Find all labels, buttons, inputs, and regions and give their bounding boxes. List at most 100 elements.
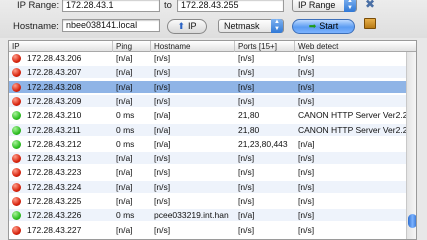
host-alive-icon bbox=[12, 125, 21, 135]
table-row[interactable]: 172.28.43.206 [n/a] [n/s] [n/s] [n/s] bbox=[9, 52, 406, 64]
host-dead-icon bbox=[12, 182, 21, 192]
cell-hostname: [n/s] bbox=[154, 181, 171, 192]
table-row[interactable]: 172.28.43.213 [n/a] [n/s] [n/s] [n/s] bbox=[9, 152, 406, 165]
table-row[interactable]: 172.28.43.223 [n/a] [n/s] [n/s] [n/s] bbox=[9, 166, 406, 178]
table-row[interactable]: 172.28.43.227 [n/a] [n/s] [n/s] [n/s] bbox=[9, 224, 406, 236]
cell-ip: 172.28.43.212 bbox=[27, 138, 82, 149]
table-row[interactable]: 172.28.43.212 0 ms [n/a] 21,23,80,443 [n/a] bbox=[9, 138, 406, 150]
results-table[interactable]: IP Ping Hostname Ports [15+] Web detect … bbox=[8, 40, 417, 240]
range-start-input[interactable]: 172.28.43.1 bbox=[62, 0, 160, 12]
column-header-hostname[interactable]: Hostname bbox=[151, 41, 235, 52]
host-dead-icon bbox=[12, 197, 21, 206]
cell-ports: 21,80 bbox=[238, 124, 260, 135]
cell-hostname: [n/a] bbox=[154, 110, 171, 121]
cell-ports: [n/s] bbox=[238, 153, 255, 164]
column-header-web-detect[interactable]: Web detect bbox=[295, 41, 416, 52]
cell-ip: 172.28.43.208 bbox=[27, 81, 82, 92]
cell-ping: [n/a] bbox=[116, 167, 133, 178]
table-row[interactable]: 172.28.43.210 0 ms [n/a] 21,80 CANON HTTP Se… bbox=[9, 109, 406, 121]
cell-hostname: [n/s] bbox=[154, 53, 171, 63]
host-dead-icon bbox=[12, 225, 21, 235]
cell-ports: [n/s] bbox=[238, 167, 255, 178]
cell-ip: 172.28.43.226 bbox=[27, 210, 82, 221]
hostname-label: Hostname: bbox=[13, 21, 59, 32]
cell-web: [n/a] bbox=[298, 138, 315, 149]
scrollbar-thumb[interactable] bbox=[408, 214, 416, 228]
cell-ports: [n/s] bbox=[238, 181, 255, 192]
cell-ip: 172.28.43.225 bbox=[27, 196, 82, 206]
host-dead-icon bbox=[12, 68, 21, 78]
preferences-tools-icon[interactable]: ✖ bbox=[365, 0, 375, 11]
cell-ip: 172.28.43.206 bbox=[27, 53, 82, 63]
table-row[interactable]: 172.28.43.208 [n/a] [n/s] [n/s] [n/s] bbox=[9, 80, 406, 93]
cell-ip: 172.28.43.227 bbox=[27, 224, 82, 235]
cell-web: CANON HTTP Server Ver2.2 bbox=[298, 124, 406, 135]
cell-ping: [n/a] bbox=[116, 196, 133, 206]
table-row[interactable]: 172.28.43.226 0 ms pcee033219.int.han [n/a]… bbox=[9, 209, 406, 222]
cell-ping: [n/a] bbox=[116, 153, 133, 164]
cell-hostname: [n/s] bbox=[154, 224, 171, 235]
netmask-select-value: Netmask bbox=[224, 21, 260, 31]
cell-web: [n/s] bbox=[298, 95, 315, 106]
table-row[interactable]: 172.28.43.209 [n/a] [n/s] [n/s] [n/s] bbox=[9, 94, 406, 107]
cell-hostname: [n/s] bbox=[154, 67, 171, 78]
column-header-ping[interactable]: Ping bbox=[113, 41, 151, 52]
cell-ip: 172.28.43.210 bbox=[27, 110, 82, 121]
host-dead-icon bbox=[12, 168, 21, 178]
cell-web: [n/s] bbox=[298, 181, 315, 192]
cell-ports: [n/s] bbox=[238, 95, 255, 106]
cell-ping: [n/a] bbox=[116, 81, 133, 92]
cell-ping: [n/a] bbox=[116, 181, 133, 192]
cell-ip: 172.28.43.211 bbox=[27, 124, 81, 135]
table-row[interactable]: 172.28.43.225 [n/a] [n/s] [n/s] [n/s] bbox=[9, 195, 406, 207]
table-row[interactable]: 172.28.43.207 [n/a] [n/s] [n/s] [n/s] bbox=[9, 66, 406, 79]
cell-hostname: [n/s] bbox=[154, 196, 171, 206]
cell-ports: [n/s] bbox=[238, 196, 255, 206]
cell-web: [n/s] bbox=[298, 167, 315, 178]
cell-ip: 172.28.43.224 bbox=[27, 181, 82, 192]
ip-up-button[interactable]: ⬆ IP bbox=[167, 19, 207, 34]
feeder-select[interactable]: IP Range ▲ ▼ bbox=[292, 0, 357, 12]
vertical-scrollbar[interactable] bbox=[406, 52, 416, 239]
host-alive-icon bbox=[12, 111, 21, 121]
cell-ping: 0 ms bbox=[116, 138, 135, 149]
hostname-input[interactable]: nbee038141.local bbox=[62, 19, 160, 32]
cell-ping: [n/a] bbox=[116, 95, 133, 106]
to-label: to bbox=[164, 0, 172, 11]
table-row[interactable]: 172.28.43.211 0 ms [n/a] 21,80 CANON HTTP Se… bbox=[9, 123, 406, 136]
cell-ping: [n/a] bbox=[116, 67, 133, 78]
host-dead-icon bbox=[12, 82, 21, 92]
chevron-updown-icon: ▲ ▼ bbox=[344, 0, 356, 12]
fetchers-folder-icon[interactable] bbox=[364, 18, 376, 29]
toolbar: IP Range: 172.28.43.1 to 172.28.43.255 I… bbox=[0, 0, 427, 38]
cell-ports: 21,80 bbox=[238, 110, 260, 121]
cell-ping: [n/a] bbox=[116, 53, 133, 63]
arrow-up-icon: ⬆ bbox=[177, 21, 186, 31]
cell-hostname: [n/a] bbox=[154, 124, 171, 135]
cell-ping: 0 ms bbox=[116, 124, 135, 135]
column-header-ip[interactable]: IP bbox=[9, 41, 113, 52]
cell-ip: 172.28.43.213 bbox=[27, 153, 82, 164]
cell-ports: [n/s] bbox=[238, 67, 255, 78]
cell-web: [n/s] bbox=[298, 67, 315, 78]
cell-web: [n/s] bbox=[298, 196, 315, 206]
cell-ports: [n/s] bbox=[238, 224, 255, 235]
cell-hostname: [n/s] bbox=[154, 153, 171, 164]
chevron-updown-icon: ▲ ▼ bbox=[271, 19, 283, 33]
cell-web: [n/s] bbox=[298, 81, 315, 92]
netmask-select[interactable]: Netmask ▲ ▼ bbox=[218, 19, 284, 33]
column-header-ports[interactable]: Ports [15+] bbox=[235, 41, 295, 52]
cell-ports: [n/s] bbox=[238, 81, 255, 92]
table-header: IP Ping Hostname Ports [15+] Web detect bbox=[9, 41, 416, 52]
cell-hostname: [n/s] bbox=[154, 95, 171, 106]
cell-web: CANON HTTP Server Ver2.2 bbox=[298, 110, 406, 121]
cell-hostname: pcee033219.int.han bbox=[154, 210, 229, 221]
host-alive-icon bbox=[12, 139, 21, 149]
start-button[interactable]: ➡ Start bbox=[292, 19, 355, 34]
table-row[interactable]: 172.28.43.224 [n/a] [n/s] [n/s] [n/s] bbox=[9, 180, 406, 193]
cell-hostname: [n/a] bbox=[154, 138, 171, 149]
start-button-label: Start bbox=[319, 21, 339, 31]
cell-web: [n/s] bbox=[298, 224, 315, 235]
ip-up-button-label: IP bbox=[188, 21, 197, 31]
range-end-input[interactable]: 172.28.43.255 bbox=[177, 0, 284, 12]
